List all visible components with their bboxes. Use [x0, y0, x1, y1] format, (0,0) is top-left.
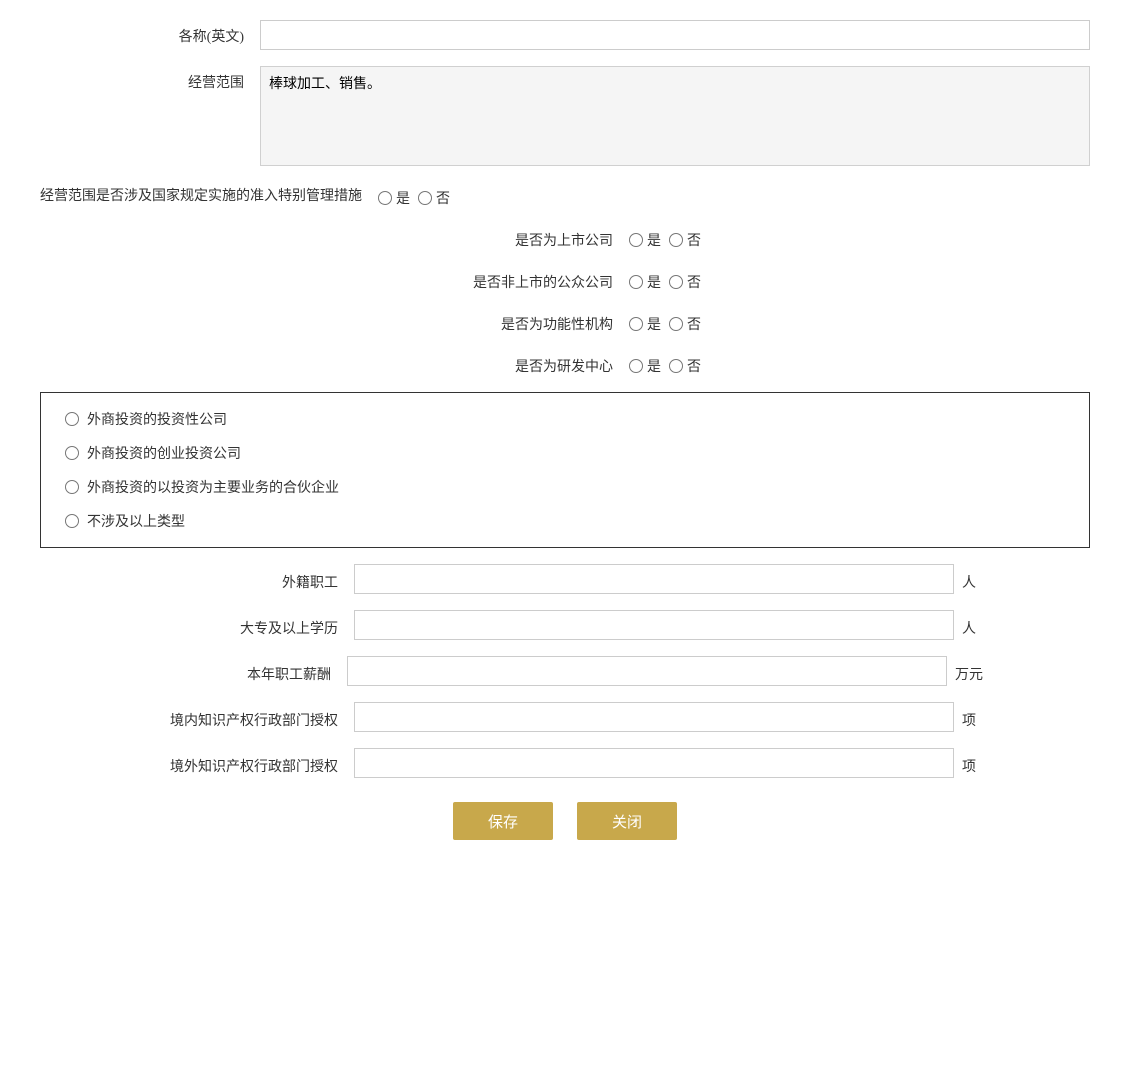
listed-company-yes-label[interactable]: 是	[629, 230, 661, 250]
investment-type-radio-3[interactable]	[65, 480, 79, 494]
non-listed-public-radio-group: 是 否	[629, 266, 701, 292]
special-management-no-text: 否	[436, 188, 450, 208]
investment-option-3-text: 外商投资的以投资为主要业务的合伙企业	[87, 477, 339, 497]
special-management-row: 经营范围是否涉及国家规定实施的准入特别管理措施 是 否	[40, 182, 1090, 208]
investment-option-2[interactable]: 外商投资的创业投资公司	[65, 443, 1065, 463]
non-listed-public-label: 是否非上市的公众公司	[429, 266, 629, 292]
rnd-center-radio-group: 是 否	[629, 350, 701, 376]
investment-option-1-text: 外商投资的投资性公司	[87, 409, 227, 429]
investment-option-3[interactable]: 外商投资的以投资为主要业务的合伙企业	[65, 477, 1065, 497]
functional-org-no-radio[interactable]	[669, 317, 683, 331]
investment-type-radio-1[interactable]	[65, 412, 79, 426]
domestic-ip-row: 境内知识产权行政部门授权 项	[40, 702, 1090, 732]
special-management-yes-label[interactable]: 是	[378, 188, 410, 208]
business-scope-input[interactable]: 棒球加工、销售。	[260, 66, 1090, 166]
special-management-yes-radio[interactable]	[378, 191, 392, 205]
non-listed-public-no-text: 否	[687, 272, 701, 292]
foreign-workers-row: 外籍职工 人	[40, 564, 1090, 594]
annual-salary-label: 本年职工薪酬	[147, 658, 347, 684]
form-container: 各称(英文) 经营范围 棒球加工、销售。 经营范围是否涉及国家规定实施的准入特别…	[40, 20, 1090, 840]
special-management-label: 经营范围是否涉及国家规定实施的准入特别管理措施	[40, 185, 378, 205]
functional-org-label: 是否为功能性机构	[429, 308, 629, 334]
foreign-workers-input[interactable]	[354, 564, 954, 594]
listed-company-yes-radio[interactable]	[629, 233, 643, 247]
functional-org-radio-group: 是 否	[629, 308, 701, 334]
rnd-center-no-label[interactable]: 否	[669, 356, 701, 376]
rnd-center-no-text: 否	[687, 356, 701, 376]
college-degree-label: 大专及以上学历	[154, 612, 354, 638]
functional-org-yes-text: 是	[647, 314, 661, 334]
name-en-input[interactable]	[260, 20, 1090, 50]
investment-type-radio-4[interactable]	[65, 514, 79, 528]
functional-org-row: 是否为功能性机构 是 否	[40, 308, 1090, 334]
listed-company-label: 是否为上市公司	[429, 224, 629, 250]
foreign-ip-unit: 项	[954, 750, 976, 776]
investment-option-4[interactable]: 不涉及以上类型	[65, 511, 1065, 531]
investment-type-box: 外商投资的投资性公司 外商投资的创业投资公司 外商投资的以投资为主要业务的合伙企…	[40, 392, 1090, 548]
rnd-center-row: 是否为研发中心 是 否	[40, 350, 1090, 376]
annual-salary-row: 本年职工薪酬 万元	[40, 656, 1090, 686]
functional-org-no-label[interactable]: 否	[669, 314, 701, 334]
college-degree-unit: 人	[954, 612, 976, 638]
rnd-center-yes-radio[interactable]	[629, 359, 643, 373]
non-listed-public-yes-radio[interactable]	[629, 275, 643, 289]
domestic-ip-label: 境内知识产权行政部门授权	[154, 704, 354, 730]
name-en-label: 各称(英文)	[40, 20, 260, 46]
listed-company-no-text: 否	[687, 230, 701, 250]
functional-org-yes-radio[interactable]	[629, 317, 643, 331]
rnd-center-yes-text: 是	[647, 356, 661, 376]
listed-company-no-label[interactable]: 否	[669, 230, 701, 250]
foreign-ip-label: 境外知识产权行政部门授权	[154, 750, 354, 776]
non-listed-public-no-radio[interactable]	[669, 275, 683, 289]
close-button[interactable]: 关闭	[577, 802, 677, 840]
listed-company-row: 是否为上市公司 是 否	[40, 224, 1090, 250]
special-management-no-label[interactable]: 否	[418, 188, 450, 208]
rnd-center-yes-label[interactable]: 是	[629, 356, 661, 376]
annual-salary-unit: 万元	[947, 658, 983, 684]
business-scope-label: 经营范围	[40, 66, 260, 92]
foreign-ip-row: 境外知识产权行政部门授权 项	[40, 748, 1090, 778]
special-management-no-radio[interactable]	[418, 191, 432, 205]
listed-company-yes-text: 是	[647, 230, 661, 250]
non-listed-public-no-label[interactable]: 否	[669, 272, 701, 292]
foreign-ip-input[interactable]	[354, 748, 954, 778]
functional-org-yes-label[interactable]: 是	[629, 314, 661, 334]
annual-salary-input[interactable]	[347, 656, 947, 686]
listed-company-radio-group: 是 否	[629, 224, 701, 250]
domestic-ip-input[interactable]	[354, 702, 954, 732]
business-scope-row: 经营范围 棒球加工、销售。	[40, 66, 1090, 166]
investment-option-1[interactable]: 外商投资的投资性公司	[65, 409, 1065, 429]
domestic-ip-unit: 项	[954, 704, 976, 730]
save-button[interactable]: 保存	[453, 802, 553, 840]
investment-type-radio-2[interactable]	[65, 446, 79, 460]
functional-org-no-text: 否	[687, 314, 701, 334]
special-management-radio-group: 是 否	[378, 182, 450, 208]
non-listed-public-yes-label[interactable]: 是	[629, 272, 661, 292]
college-degree-row: 大专及以上学历 人	[40, 610, 1090, 640]
rnd-center-no-radio[interactable]	[669, 359, 683, 373]
foreign-workers-unit: 人	[954, 566, 976, 592]
investment-option-2-text: 外商投资的创业投资公司	[87, 443, 241, 463]
investment-option-4-text: 不涉及以上类型	[87, 511, 185, 531]
special-management-yes-text: 是	[396, 188, 410, 208]
listed-company-no-radio[interactable]	[669, 233, 683, 247]
non-listed-public-yes-text: 是	[647, 272, 661, 292]
name-en-row: 各称(英文)	[40, 20, 1090, 50]
foreign-workers-label: 外籍职工	[154, 566, 354, 592]
non-listed-public-row: 是否非上市的公众公司 是 否	[40, 266, 1090, 292]
college-degree-input[interactable]	[354, 610, 954, 640]
button-area: 保存 关闭	[40, 802, 1090, 840]
rnd-center-label: 是否为研发中心	[429, 350, 629, 376]
